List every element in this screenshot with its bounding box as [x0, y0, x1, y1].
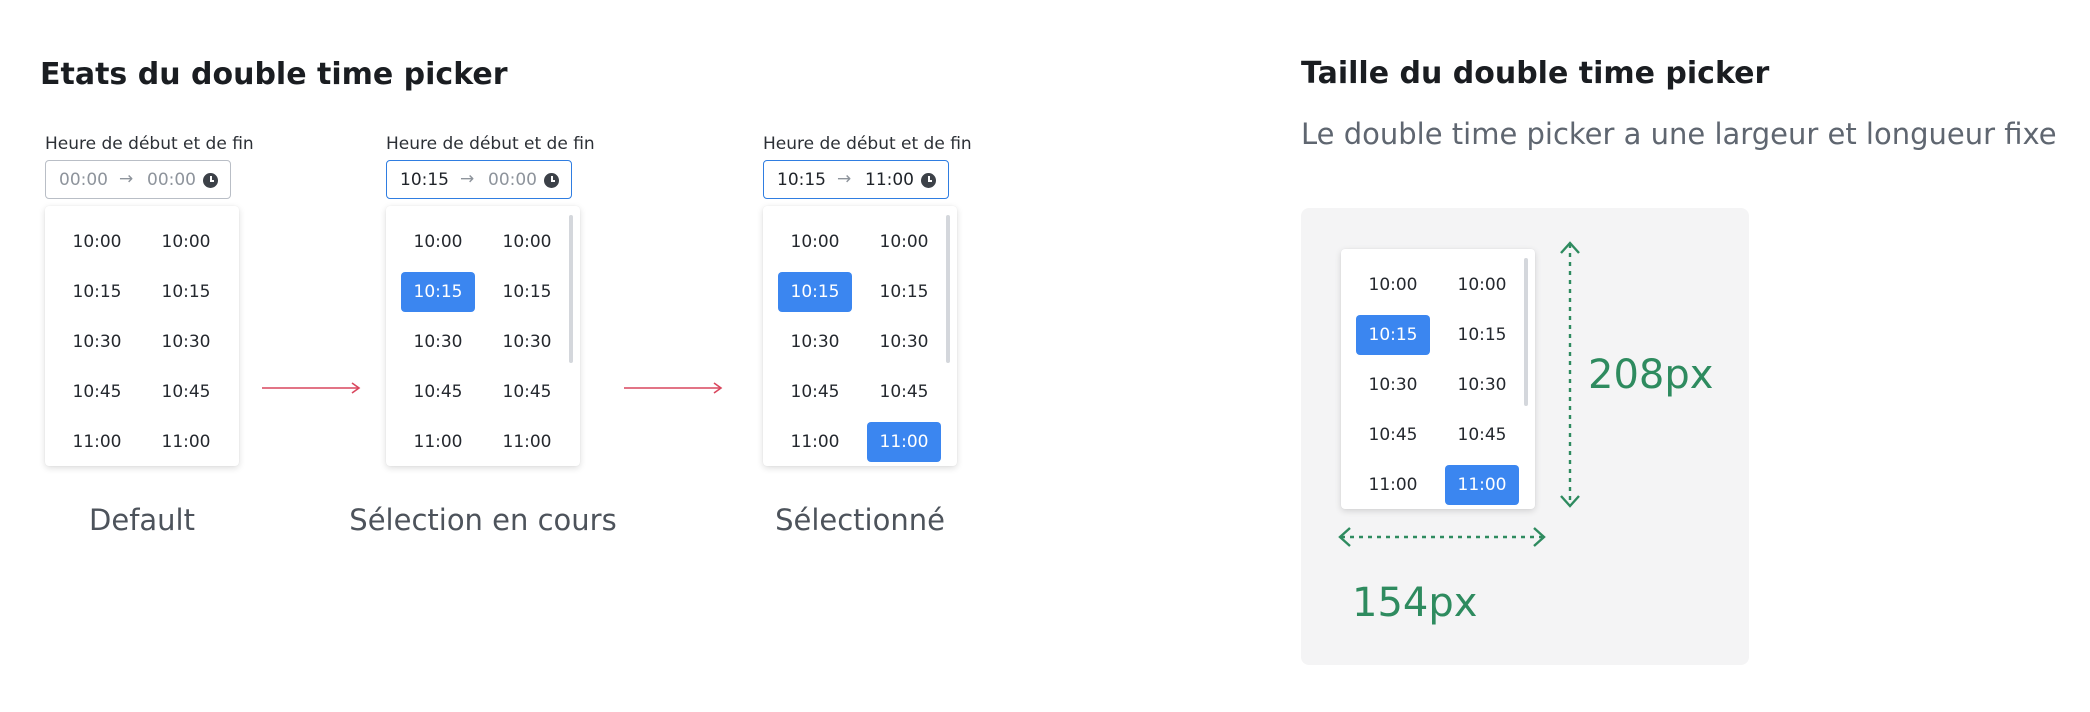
state-selected-dropdown: 10:00 10:15 10:30 10:45 11:00 10:00 10:15 10:30… [763, 206, 957, 466]
end-time-option[interactable]: 10:30 [490, 322, 564, 362]
end-time-option[interactable]: 10:45 [149, 372, 223, 412]
start-time-value: 10:15 [777, 170, 826, 190]
start-time-option[interactable]: 10:00 [60, 222, 134, 262]
clock-icon[interactable] [203, 173, 218, 188]
end-time-option[interactable]: 10:30 [1445, 365, 1519, 405]
start-time-option[interactable]: 10:30 [778, 322, 852, 362]
state-default-field-label: Heure de début et de fin [45, 134, 254, 154]
start-time-option[interactable]: 10:45 [60, 372, 134, 412]
start-time-option[interactable]: 11:00 [60, 422, 134, 462]
state-selected-time-field[interactable]: 10:15 → 11:00 [763, 160, 949, 199]
state-selected-caption: Sélectionné [775, 503, 945, 537]
start-time-option[interactable]: 10:00 [778, 222, 852, 262]
clock-icon[interactable] [921, 173, 936, 188]
size-section-subtitle: Le double time picker a une largeur et l… [1301, 117, 2057, 151]
end-time-value: 00:00 [488, 170, 537, 190]
start-time-option[interactable]: 10:15 [778, 272, 852, 312]
start-time-option[interactable]: 10:30 [60, 322, 134, 362]
dropdown-scrollbar[interactable] [946, 215, 950, 363]
dropdown-scrollbar[interactable] [569, 215, 573, 363]
range-arrow-icon: → [460, 169, 475, 189]
height-dimension-arrow-icon [1560, 241, 1580, 508]
end-time-option[interactable]: 10:45 [1445, 415, 1519, 455]
transition-arrow-icon [624, 382, 723, 394]
size-section-title: Taille du double time picker [1301, 56, 1770, 91]
state-default-caption: Default [89, 503, 195, 537]
end-time-option[interactable]: 10:45 [490, 372, 564, 412]
width-dimension-arrow-icon [1338, 527, 1546, 547]
start-time-option[interactable]: 10:00 [401, 222, 475, 262]
end-time-value: 11:00 [865, 170, 914, 190]
start-time-option[interactable]: 10:00 [1356, 265, 1430, 305]
height-dimension-label: 208px [1588, 352, 1714, 398]
state-in-progress-dropdown: 10:00 10:15 10:30 10:45 11:00 10:00 10:15 10:30… [386, 206, 580, 466]
end-time-option[interactable]: 10:45 [867, 372, 941, 412]
start-time-value: 00:00 [59, 170, 108, 190]
end-time-option[interactable]: 10:00 [490, 222, 564, 262]
start-time-option[interactable]: 11:00 [1356, 465, 1430, 505]
end-time-option[interactable]: 10:00 [149, 222, 223, 262]
end-time-option[interactable]: 10:30 [149, 322, 223, 362]
start-time-option[interactable]: 10:45 [1356, 415, 1430, 455]
start-time-option[interactable]: 10:15 [1356, 315, 1430, 355]
start-time-option[interactable]: 10:45 [778, 372, 852, 412]
start-time-option[interactable]: 11:00 [778, 422, 852, 462]
end-time-option[interactable]: 10:00 [867, 222, 941, 262]
clock-icon[interactable] [544, 173, 559, 188]
start-time-option[interactable]: 10:30 [401, 322, 475, 362]
range-arrow-icon: → [837, 169, 852, 189]
states-section-title: Etats du double time picker [40, 57, 508, 92]
end-time-value: 00:00 [147, 170, 196, 190]
end-time-option[interactable]: 10:15 [1445, 315, 1519, 355]
start-time-option[interactable]: 10:15 [60, 272, 134, 312]
start-time-option[interactable]: 10:15 [401, 272, 475, 312]
start-time-value: 10:15 [400, 170, 449, 190]
range-arrow-icon: → [119, 169, 134, 189]
state-default-dropdown: 10:00 10:15 10:30 10:45 11:00 10:00 10:15 10:30… [45, 206, 239, 466]
end-time-option[interactable]: 11:00 [149, 422, 223, 462]
size-example-dropdown: 10:00 10:15 10:30 10:45 11:00 10:00 10:15 10:30… [1341, 249, 1535, 509]
transition-arrow-icon [262, 382, 361, 394]
end-time-option[interactable]: 10:00 [1445, 265, 1519, 305]
start-time-option[interactable]: 10:30 [1356, 365, 1430, 405]
state-in-progress-caption: Sélection en cours [349, 503, 617, 537]
state-in-progress-time-field[interactable]: 10:15 → 00:00 [386, 160, 572, 199]
end-time-option[interactable]: 10:15 [867, 272, 941, 312]
dropdown-scrollbar[interactable] [1524, 258, 1528, 406]
width-dimension-label: 154px [1352, 580, 1478, 626]
end-time-option[interactable]: 10:15 [490, 272, 564, 312]
end-time-option[interactable]: 10:30 [867, 322, 941, 362]
state-default-time-field[interactable]: 00:00 → 00:00 [45, 160, 231, 199]
end-time-option[interactable]: 11:00 [867, 422, 941, 462]
end-time-option[interactable]: 11:00 [490, 422, 564, 462]
state-selected-field-label: Heure de début et de fin [763, 134, 972, 154]
state-in-progress-field-label: Heure de début et de fin [386, 134, 595, 154]
start-time-option[interactable]: 10:45 [401, 372, 475, 412]
start-time-option[interactable]: 11:00 [401, 422, 475, 462]
end-time-option[interactable]: 11:00 [1445, 465, 1519, 505]
end-time-option[interactable]: 10:15 [149, 272, 223, 312]
